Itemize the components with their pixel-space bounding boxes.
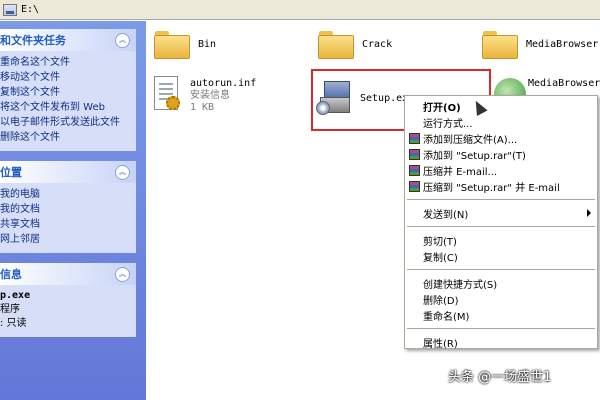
folder-icon [318, 29, 354, 59]
winrar-icon [409, 165, 420, 176]
menu-create-shortcut[interactable]: 创建快捷方式(S) [405, 275, 597, 291]
menu-delete[interactable]: 删除(D) [405, 291, 597, 307]
folder-label: Bin [198, 39, 217, 50]
menu-compress-to-rar-email[interactable]: 压缩到 "Setup.rar" 并 E-mail [405, 178, 597, 194]
address-path: E:\ [21, 4, 40, 15]
other-places-header[interactable]: 位置 ︽ [0, 161, 136, 183]
folder-icon [482, 29, 518, 59]
file-type: 安装信息 [190, 90, 230, 101]
file-autorun[interactable]: autorun.inf 安装信息 1 KB [152, 76, 256, 114]
details-group: 信息 ︽ p.exe 程序 : 只读 [0, 263, 136, 337]
details-header[interactable]: 信息 ︽ [0, 263, 136, 285]
setup-information-icon [152, 76, 182, 114]
file-name: MediaBrowser. [528, 78, 600, 89]
menu-cut[interactable]: 剪切(T) [405, 232, 597, 248]
details-filename: p.exe [0, 290, 31, 301]
menu-add-to-archive[interactable]: 添加到压缩文件(A)... [405, 130, 597, 146]
menu-open[interactable]: 打开(O) [405, 98, 597, 114]
details-title: 信息 [0, 268, 22, 281]
folder-mediabrowser[interactable]: MediaBrowser [482, 29, 598, 59]
collapse-chevron-icon[interactable]: ︽ [115, 32, 130, 48]
task-rename[interactable]: 重命名这个文件 [0, 55, 132, 70]
details-type: 程序 [0, 304, 20, 315]
place-shared-documents[interactable]: 共享文档 [0, 217, 132, 232]
task-copy[interactable]: 复制这个文件 [0, 85, 132, 100]
task-move[interactable]: 移动这个文件 [0, 70, 132, 85]
menu-rename[interactable]: 重命名(M) [405, 307, 597, 323]
task-delete[interactable]: 删除这个文件 [0, 130, 132, 145]
menu-run-as[interactable]: 运行方式... [405, 114, 597, 130]
folder-label: MediaBrowser [526, 39, 599, 50]
other-places-group: 位置 ︽ 我的电脑 我的文档 共享文档 网上邻居 [0, 161, 136, 253]
folder-icon [154, 29, 190, 59]
task-publish-web[interactable]: 将这个文件发布到 Web [0, 100, 132, 115]
other-places-title: 位置 [0, 166, 22, 179]
watermark-text: 头条 @一场盛世1 [448, 370, 552, 385]
menu-copy[interactable]: 复制(C) [405, 248, 597, 264]
folder-crack[interactable]: Crack [318, 29, 392, 59]
menu-separator [407, 226, 595, 227]
winrar-icon [409, 149, 420, 160]
place-network[interactable]: 网上邻居 [0, 232, 132, 247]
file-tasks-header[interactable]: 和文件夹任务 ︽ [0, 29, 136, 51]
menu-properties[interactable]: 属性(R) [405, 334, 597, 350]
menu-separator [407, 199, 595, 200]
drive-icon [3, 3, 17, 16]
address-bar[interactable]: E:\ [0, 0, 600, 20]
task-pane: 和文件夹任务 ︽ 重命名这个文件 移动这个文件 复制这个文件 将这个文件发布到 … [0, 21, 146, 400]
folder-bin[interactable]: Bin [154, 29, 216, 59]
task-email[interactable]: 以电子邮件形式发送此文件 [0, 115, 132, 130]
menu-send-to[interactable]: 发送到(N) [405, 205, 597, 221]
submenu-arrow-icon [587, 209, 591, 217]
file-tasks-title: 和文件夹任务 [0, 34, 66, 47]
place-my-computer[interactable]: 我的电脑 [0, 187, 132, 202]
collapse-chevron-icon[interactable]: ︽ [115, 266, 130, 282]
menu-separator [407, 269, 595, 270]
winrar-icon [409, 133, 420, 144]
file-name: autorun.inf [190, 78, 257, 89]
file-tasks-group: 和文件夹任务 ︽ 重命名这个文件 移动这个文件 复制这个文件 将这个文件发布到 … [0, 29, 136, 151]
collapse-chevron-icon[interactable]: ︽ [115, 164, 130, 180]
details-attributes: : 只读 [0, 318, 27, 329]
menu-add-to-setup-rar[interactable]: 添加到 "Setup.rar"(T) [405, 146, 597, 162]
place-my-documents[interactable]: 我的文档 [0, 202, 132, 217]
folder-label: Crack [362, 39, 393, 50]
file-size: 1 KB [190, 102, 215, 113]
winrar-icon [409, 181, 420, 192]
context-menu: 打开(O) 运行方式... 添加到压缩文件(A)... 添加到 "Setup.r… [404, 95, 598, 350]
menu-separator [407, 328, 595, 329]
menu-compress-email[interactable]: 压缩并 E-mail... [405, 162, 597, 178]
